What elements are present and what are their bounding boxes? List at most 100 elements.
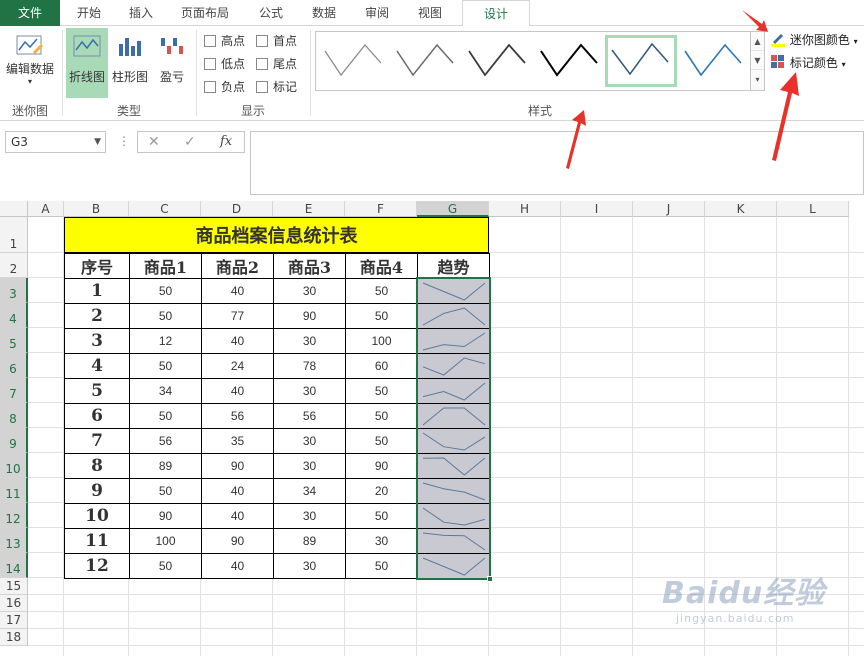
seq-cell[interactable]: 10 <box>64 503 130 529</box>
value-cell[interactable]: 30 <box>273 453 346 479</box>
column-header-E[interactable]: E <box>273 201 345 217</box>
sparkline-cell[interactable] <box>417 503 490 529</box>
seq-cell[interactable]: 3 <box>64 328 130 354</box>
tab-6[interactable]: 审阅 <box>352 0 402 26</box>
value-cell[interactable]: 30 <box>345 528 418 554</box>
value-cell[interactable]: 30 <box>273 428 346 454</box>
tab-8[interactable]: 设计 <box>462 0 530 27</box>
cancel-icon[interactable]: ✕ <box>148 134 160 150</box>
row-header-12[interactable]: 12 <box>0 503 28 528</box>
table-header-cell[interactable]: 序号 <box>64 253 130 279</box>
seq-cell[interactable]: 11 <box>64 528 130 554</box>
value-cell[interactable]: 35 <box>201 428 274 454</box>
value-cell[interactable]: 40 <box>201 378 274 404</box>
value-cell[interactable]: 100 <box>129 528 202 554</box>
value-cell[interactable]: 40 <box>201 553 274 579</box>
value-cell[interactable]: 50 <box>129 553 202 579</box>
type-line-button[interactable]: 折线图 <box>66 28 108 98</box>
seq-cell[interactable]: 8 <box>64 453 130 479</box>
column-header-J[interactable]: J <box>633 201 705 217</box>
type-column-button[interactable]: 柱形图 <box>110 34 150 94</box>
value-cell[interactable]: 56 <box>201 403 274 429</box>
style-thumb-6[interactable] <box>681 35 747 87</box>
row-header-1[interactable]: 1 <box>0 217 28 253</box>
value-cell[interactable]: 30 <box>273 553 346 579</box>
column-header-G[interactable]: G <box>417 201 489 217</box>
style-thumb-5-selected[interactable] <box>605 35 677 87</box>
sparkline-cell[interactable] <box>417 428 490 454</box>
sparkline-cell[interactable] <box>417 303 490 329</box>
value-cell[interactable]: 50 <box>345 553 418 579</box>
tab-4[interactable]: 公式 <box>246 0 296 26</box>
column-header-A[interactable]: A <box>28 201 64 217</box>
value-cell[interactable]: 90 <box>273 303 346 329</box>
tab-3[interactable]: 页面布局 <box>164 0 246 26</box>
value-cell[interactable]: 40 <box>201 328 274 354</box>
value-cell[interactable]: 40 <box>201 503 274 529</box>
sparkline-cell[interactable] <box>417 528 490 554</box>
value-cell[interactable]: 90 <box>129 503 202 529</box>
seq-cell[interactable]: 5 <box>64 378 130 404</box>
sparkline-color-button[interactable]: 迷你图颜色 ▾ <box>770 31 858 49</box>
seq-cell[interactable]: 12 <box>64 553 130 579</box>
value-cell[interactable]: 56 <box>129 428 202 454</box>
value-cell[interactable]: 60 <box>345 353 418 379</box>
seq-cell[interactable]: 7 <box>64 428 130 454</box>
value-cell[interactable]: 24 <box>201 353 274 379</box>
column-header-B[interactable]: B <box>64 201 129 217</box>
value-cell[interactable]: 50 <box>129 303 202 329</box>
row-header-18[interactable]: 18 <box>0 629 28 646</box>
value-cell[interactable]: 34 <box>273 478 346 504</box>
value-cell[interactable]: 50 <box>345 428 418 454</box>
value-cell[interactable]: 56 <box>273 403 346 429</box>
value-cell[interactable]: 50 <box>345 503 418 529</box>
column-header-L[interactable]: L <box>777 201 849 217</box>
row-header-15[interactable]: 15 <box>0 578 28 595</box>
style-thumb-4[interactable] <box>537 35 603 87</box>
row-header-4[interactable]: 4 <box>0 303 28 328</box>
value-cell[interactable]: 78 <box>273 353 346 379</box>
scroll-up-icon[interactable]: ▲ <box>751 32 764 51</box>
value-cell[interactable]: 40 <box>201 478 274 504</box>
scroll-down-icon[interactable]: ▼ <box>751 51 764 70</box>
row-header-2[interactable]: 2 <box>0 253 28 278</box>
value-cell[interactable]: 30 <box>273 278 346 304</box>
row-header-10[interactable]: 10 <box>0 453 28 478</box>
table-header-cell[interactable]: 商品4 <box>345 253 418 279</box>
value-cell[interactable]: 20 <box>345 478 418 504</box>
row-header-14[interactable]: 14 <box>0 553 28 578</box>
checkbox-high-point[interactable]: 高点 <box>204 33 245 49</box>
tab-7[interactable]: 视图 <box>402 0 458 26</box>
table-header-cell[interactable]: 商品1 <box>129 253 202 279</box>
value-cell[interactable]: 77 <box>201 303 274 329</box>
fill-handle[interactable] <box>487 576 493 582</box>
tab-2[interactable]: 插入 <box>118 0 164 26</box>
select-all-corner[interactable] <box>0 201 28 217</box>
column-header-C[interactable]: C <box>129 201 201 217</box>
column-header-K[interactable]: K <box>705 201 777 217</box>
value-cell[interactable]: 50 <box>129 403 202 429</box>
table-header-cell[interactable]: 商品3 <box>273 253 346 279</box>
confirm-icon[interactable]: ✓ <box>184 134 196 150</box>
value-cell[interactable]: 50 <box>129 278 202 304</box>
value-cell[interactable]: 50 <box>345 303 418 329</box>
checkbox-low-point[interactable]: 低点 <box>204 56 245 72</box>
value-cell[interactable]: 89 <box>273 528 346 554</box>
seq-cell[interactable]: 9 <box>64 478 130 504</box>
tab-0[interactable]: 文件 <box>0 0 60 26</box>
value-cell[interactable]: 40 <box>201 278 274 304</box>
value-cell[interactable]: 89 <box>129 453 202 479</box>
seq-cell[interactable]: 2 <box>64 303 130 329</box>
row-header-17[interactable]: 17 <box>0 612 28 629</box>
seq-cell[interactable]: 6 <box>64 403 130 429</box>
seq-cell[interactable]: 1 <box>64 278 130 304</box>
checkbox-last-point[interactable]: 尾点 <box>256 56 297 72</box>
checkbox-negative-point[interactable]: 负点 <box>204 79 245 95</box>
formula-input[interactable] <box>250 131 864 195</box>
column-header-F[interactable]: F <box>345 201 417 217</box>
tab-1[interactable]: 开始 <box>60 0 118 26</box>
value-cell[interactable]: 100 <box>345 328 418 354</box>
value-cell[interactable]: 50 <box>345 278 418 304</box>
style-thumb-3[interactable] <box>465 35 531 87</box>
sparkline-cell[interactable] <box>417 278 490 304</box>
